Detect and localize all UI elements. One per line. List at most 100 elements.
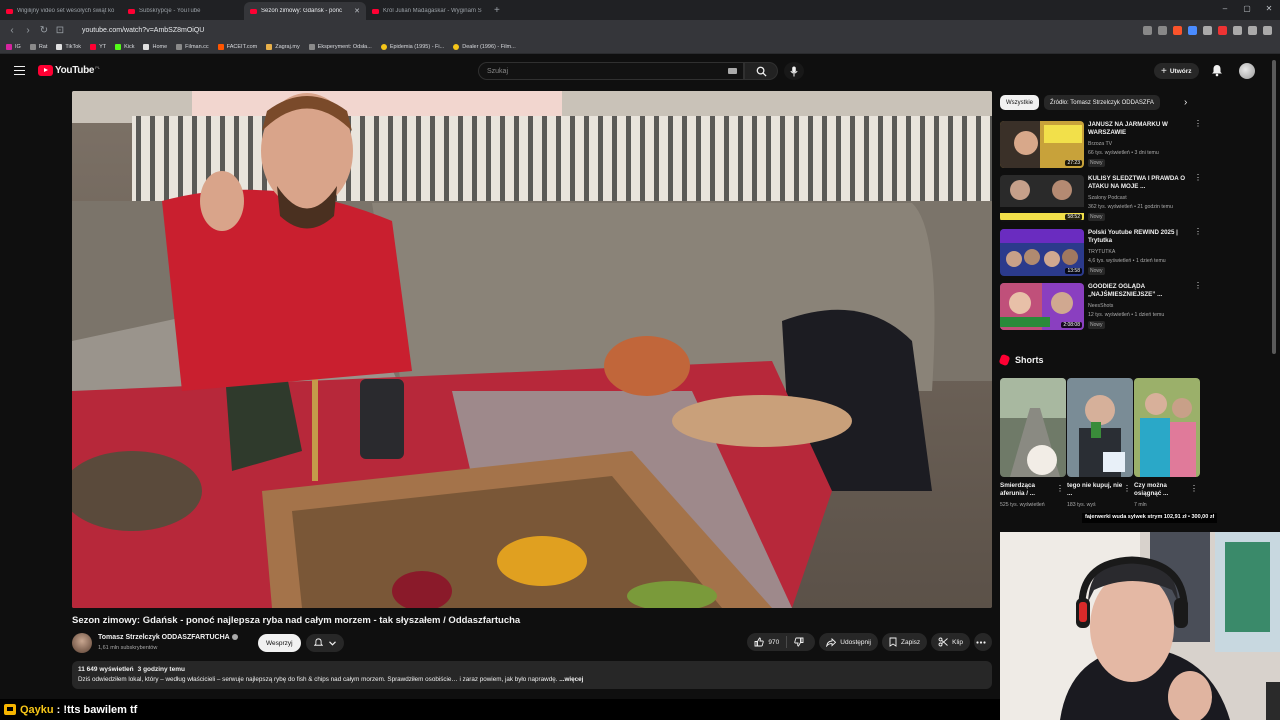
extensions-puzzle-icon[interactable] [1233,25,1242,35]
video-thumbnail[interactable]: 58:52 [1000,175,1084,222]
browser-tab[interactable]: Wigilijny video set wesołych świąt ko [0,2,122,20]
recommendation-item[interactable]: 13:58 Polski Youtube REWIND 2025 | Trytu… [1000,228,1205,279]
video-frame-image [72,91,992,608]
bookmark-item[interactable]: Kick [115,43,134,50]
support-button[interactable]: Wesprzyj [258,634,301,652]
extension-icon[interactable] [1188,25,1197,35]
page-scrollbar[interactable] [1272,60,1276,354]
search-placeholder: Szukaj [487,67,509,75]
recommendation-channel[interactable]: NeesShots [1088,303,1113,309]
browser-tab[interactable]: Subskrypcje - YouTube [122,2,244,20]
recommendation-title[interactable]: JANUSZ NA JARMARKU W WARSZAWIE [1088,121,1188,137]
search-button[interactable] [744,62,778,80]
hamburger-menu-icon[interactable] [14,66,25,75]
more-vertical-icon[interactable]: ⋮ [1194,120,1202,128]
more-actions-button[interactable] [974,633,992,651]
voice-search-button[interactable] [784,62,804,80]
close-window-button[interactable]: ✕ [1258,0,1280,20]
download-icon[interactable] [1248,25,1257,35]
like-button[interactable]: 970 [747,633,786,651]
channel-avatar[interactable] [72,633,92,653]
notifications-bell-icon[interactable] [1211,64,1223,77]
bookmark-item[interactable]: Dealer (1996) - Film... [453,43,516,50]
video-thumbnail[interactable]: 27:23 [1000,121,1084,168]
search-input[interactable]: Szukaj [478,62,744,80]
menu-icon[interactable] [1263,25,1272,35]
bookmark-icon [176,43,183,50]
bookmark-item[interactable]: Eksperyment: Odsła... [308,43,372,50]
recommendation-title[interactable]: Polski Youtube REWIND 2025 | Trytutka [1088,229,1188,245]
share-icon[interactable] [1158,25,1167,35]
brave-shield-icon[interactable] [1173,25,1182,35]
chip-from-channel[interactable]: Źródło: Tomasz Strzelczyk ODDASZFA [1044,95,1160,110]
youtube-masthead: YouTube PL Szukaj + Utwórz [0,54,1280,88]
address-bar[interactable]: youtube.com/watch?v=AmbSZ8mOiQU [76,23,1076,37]
recommendation-channel[interactable]: TRYTUTKA [1088,249,1115,255]
recommendation-channel[interactable]: Brzoza TV [1088,141,1112,147]
bookmark-item[interactable]: Home [143,43,167,50]
bookmark-tab-icon[interactable]: ⊡ [52,25,68,36]
short-thumbnail[interactable] [1134,378,1200,477]
youtube-logo[interactable]: YouTube PL [38,65,100,76]
back-arrow-icon[interactable]: ‹ [4,25,20,36]
clip-button[interactable]: Klip [931,633,970,651]
forward-arrow-icon[interactable]: › [20,25,36,36]
reload-icon[interactable]: ↻ [36,25,52,36]
recommendation-channel[interactable]: Szalony Podcast [1088,195,1127,201]
maximize-button[interactable]: ▢ [1236,0,1258,20]
recommendation-meta: 12 tys. wyświetleń • 1 dzień temu [1088,312,1165,318]
short-item[interactable]: Śmierdząca aferunia / ... 525 tys. wyświ… [1000,378,1066,509]
short-title[interactable]: Śmierdząca aferunia / ... [1000,482,1056,498]
more-vertical-icon[interactable]: ⋮ [1194,174,1202,182]
extension-icon[interactable] [1218,25,1227,35]
extension-icon[interactable] [1203,25,1212,35]
recommendation-title[interactable]: KULISY ŚLEDZTWA I PRAWDA O ATAKU NA MOJE… [1088,175,1188,191]
more-vertical-icon[interactable]: ⋮ [1194,228,1202,236]
chip-all[interactable]: Wszystkie [1000,95,1039,110]
save-button[interactable]: Zapisz [882,633,928,651]
bookmark-item[interactable]: YT [90,43,106,50]
show-more-link[interactable]: ...więcej [559,676,583,683]
video-thumbnail[interactable]: 2:08:08 [1000,283,1084,330]
chevron-right-icon[interactable]: › [1184,97,1187,108]
thumbnail-image [1067,378,1133,477]
keyboard-icon[interactable] [728,68,737,74]
browser-tab[interactable]: Król Julian Madagaskar - Wyginam Ś [366,2,488,20]
account-avatar[interactable] [1239,63,1255,79]
video-thumbnail[interactable]: 13:58 [1000,229,1084,276]
more-vertical-icon[interactable]: ⋮ [1194,282,1202,290]
video-player[interactable] [72,91,992,608]
close-tab-icon[interactable]: ✕ [354,7,360,15]
more-vertical-icon[interactable]: ⋮ [1123,484,1131,493]
short-title[interactable]: tego nie kupuj, nie ... [1067,482,1123,498]
minimize-button[interactable]: – [1214,0,1236,20]
short-item[interactable]: Czy można osiągnąć ... 7 mln ⋮ [1134,378,1200,509]
create-button[interactable]: + Utwórz [1154,63,1199,79]
channel-name[interactable]: Tomasz Strzelczyk ODDASZFARTUCHA [98,634,238,641]
recommendation-item[interactable]: 58:52 KULISY ŚLEDZTWA I PRAWDA O ATAKU N… [1000,174,1205,225]
bookmark-item[interactable]: FACEIT.com [217,43,257,50]
short-title[interactable]: Czy można osiągnąć ... [1134,482,1190,498]
share-button[interactable]: Udostępnij [819,633,878,651]
more-vertical-icon[interactable]: ⋮ [1056,484,1064,493]
bookmark-item[interactable]: TikTok [56,43,81,50]
description-box[interactable]: 11 649 wyświetleń 3 godziny temu Dziś odw… [72,661,992,689]
bookmark-item[interactable]: Epidemia (1995) - Fi... [380,43,444,50]
subscription-notifications-button[interactable] [306,634,344,652]
bookmark-item[interactable]: Rat [29,43,47,50]
short-item[interactable]: tego nie kupuj, nie ... 183 tys. wyś ⋮ [1067,378,1133,509]
browser-tab-active[interactable]: Sezon zimowy: Gdańsk - ponc ✕ [244,2,366,20]
new-tab-button[interactable]: + [488,5,506,16]
recommendation-item[interactable]: 27:23 JANUSZ NA JARMARKU W WARSZAWIE Brz… [1000,120,1205,171]
recommendation-item[interactable]: 2:08:08 GOODIEZ OGLĄDA „NAJŚMIESZNIEJSZE… [1000,282,1205,333]
bookmark-item[interactable]: IG [6,43,21,50]
bookmark-item[interactable]: Filman.cc [176,43,209,50]
more-vertical-icon[interactable]: ⋮ [1190,484,1198,493]
short-thumbnail[interactable] [1067,378,1133,477]
recommendation-title[interactable]: GOODIEZ OGLĄDA „NAJŚMIESZNIEJSZE” ... [1088,283,1188,299]
dislike-button[interactable] [787,633,815,651]
bookmark-item[interactable]: Zagraj.my [266,43,300,50]
cast-icon[interactable] [1143,25,1152,35]
recommendation-meta: 4,6 tys. wyświetleń • 1 dzień temu [1088,258,1166,264]
short-thumbnail[interactable] [1000,378,1066,477]
